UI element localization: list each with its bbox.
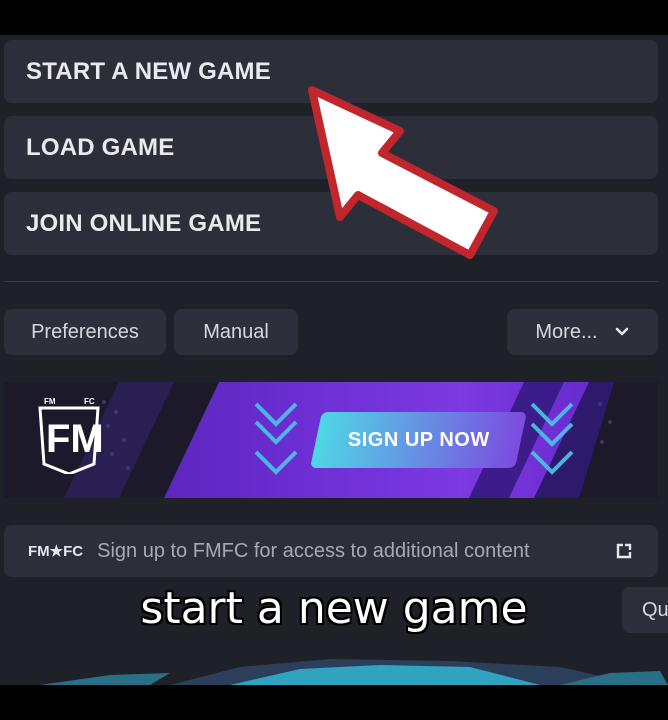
fmfc-message: Sign up to FMFC for access to additional… (97, 539, 530, 562)
join-online-game-button[interactable]: JOIN ONLINE GAME (4, 192, 658, 255)
bottom-decoration (0, 645, 668, 685)
fmfc-signup-bar[interactable]: FM★FC Sign up to FMFC for access to addi… (4, 525, 658, 577)
manual-button[interactable]: Manual (174, 309, 298, 355)
fm-logo-icon: FM FC FM (38, 397, 104, 474)
chevron-down-icon (615, 327, 628, 336)
start-new-game-label: START A NEW GAME (26, 57, 271, 85)
more-label: More... (535, 320, 598, 343)
load-game-label: LOAD GAME (26, 133, 175, 161)
fmfc-promo-banner[interactable]: FM FC FM SIGN UP NOW (4, 382, 658, 498)
sign-up-now-button[interactable]: SIGN UP NOW (310, 412, 527, 468)
fm-logo-text: FM (46, 417, 104, 461)
video-caption: start a new game (139, 582, 528, 635)
start-new-game-button[interactable]: START A NEW GAME (4, 40, 658, 103)
fm-logo-small-right: FC (84, 397, 95, 406)
sign-up-now-label: SIGN UP NOW (347, 428, 490, 451)
preferences-label: Preferences (31, 320, 139, 343)
fm-logo-small-left: FM (44, 397, 56, 406)
join-online-game-label: JOIN ONLINE GAME (26, 209, 262, 237)
menu-divider (4, 281, 658, 282)
fmfc-brand-label: FM★FC (28, 543, 84, 560)
more-dropdown[interactable]: More... (507, 309, 658, 355)
load-game-button[interactable]: LOAD GAME (4, 116, 658, 179)
manual-label: Manual (203, 320, 269, 343)
main-menu-screen: START A NEW GAME LOAD GAME JOIN ONLINE G… (0, 35, 668, 685)
external-link-icon (616, 543, 632, 559)
preferences-button[interactable]: Preferences (4, 309, 166, 355)
